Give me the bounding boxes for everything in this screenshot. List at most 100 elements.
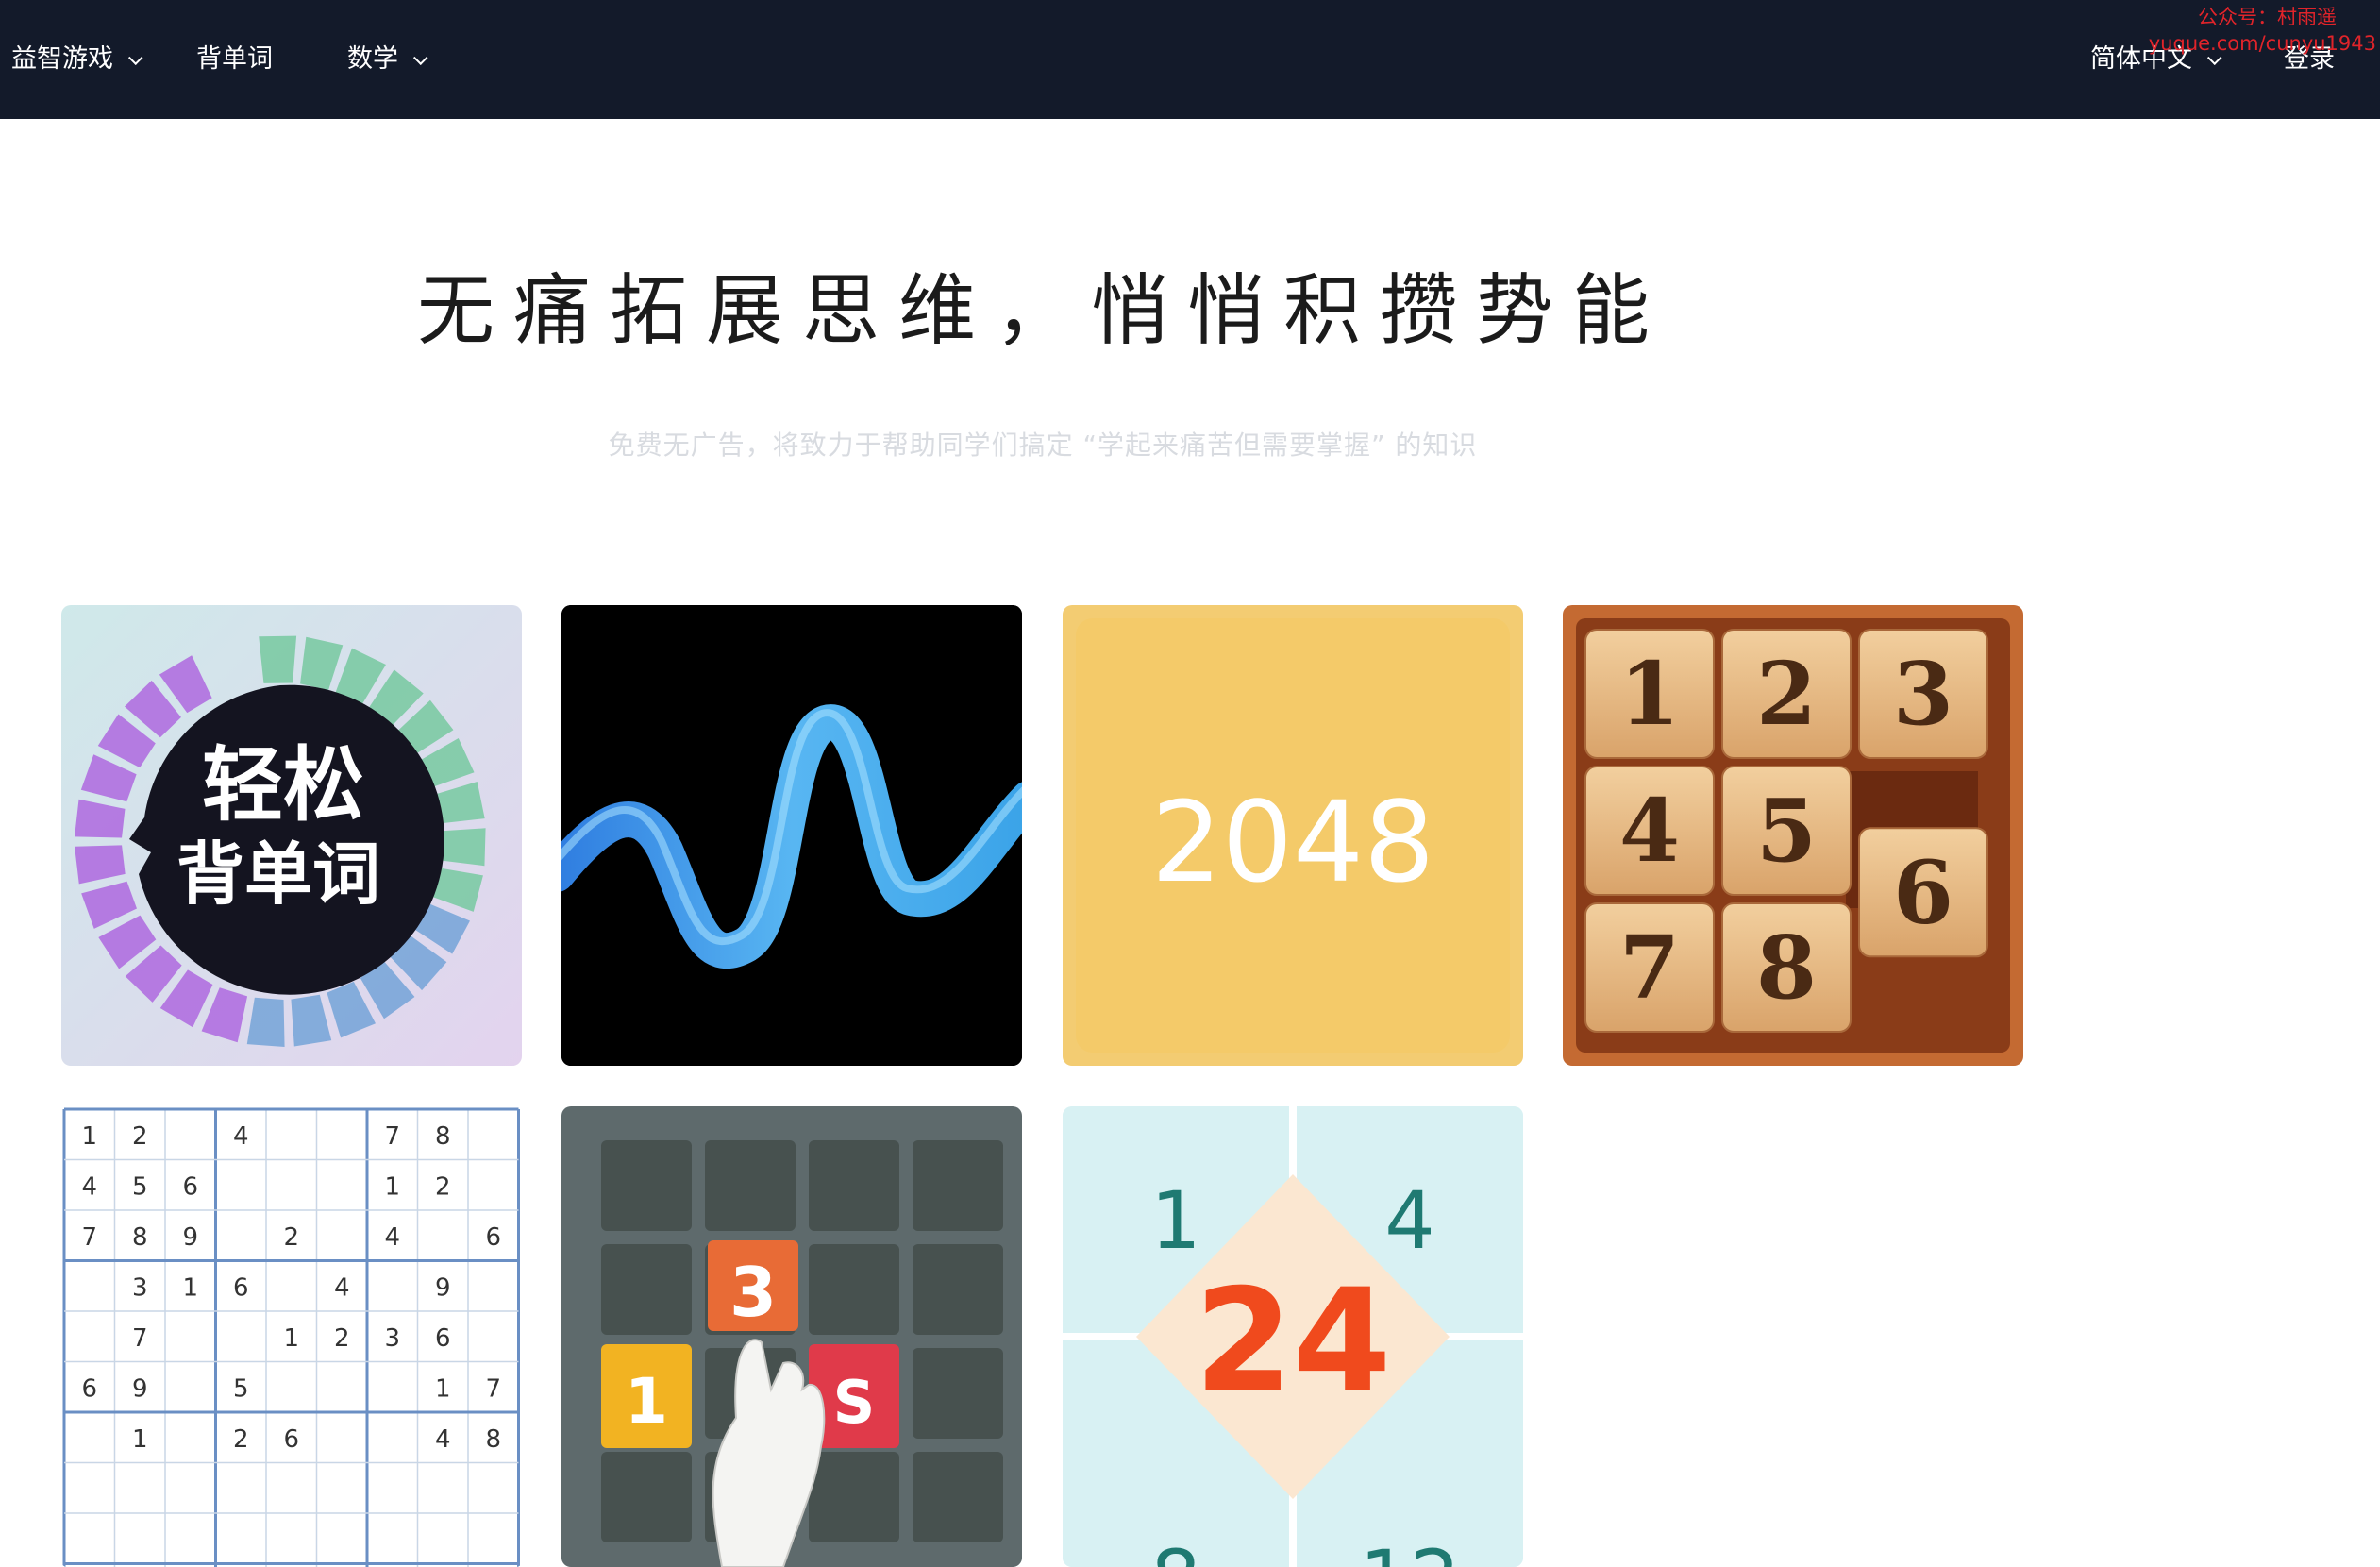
sudoku-cell: 9 bbox=[132, 1374, 148, 1403]
merge-empty-cell bbox=[809, 1140, 899, 1231]
chevron-down-icon bbox=[127, 50, 143, 66]
game-card-wave[interactable] bbox=[561, 605, 1022, 1066]
sudoku-cell: 8 bbox=[132, 1223, 148, 1252]
ring-segment bbox=[259, 635, 297, 683]
nav-vocabulary-label: 背单词 bbox=[196, 44, 273, 74]
vocabulary-title-line1: 轻松 bbox=[202, 738, 364, 833]
sudoku-cell: 7 bbox=[132, 1324, 148, 1353]
sudoku-cell: 7 bbox=[81, 1223, 97, 1252]
game-24-app-icon: 1 4 24 8 12 bbox=[1063, 1106, 1523, 1567]
sudoku-cell: 4 bbox=[233, 1122, 249, 1151]
merge-tile-top: 3 bbox=[729, 1253, 777, 1332]
puzzle-tile-number: 1 bbox=[1619, 643, 1680, 745]
sudoku-cell: 1 bbox=[182, 1273, 198, 1302]
merge-tile-left: 1 bbox=[625, 1365, 668, 1438]
vocabulary-app-icon: 轻松 背单词 bbox=[61, 605, 522, 1066]
watermark-account: 公众号：村雨遥 bbox=[2198, 6, 2337, 28]
merge-game-app-icon: 3 1 S bbox=[561, 1106, 1022, 1567]
game24-number-top-left: 1 bbox=[1150, 1174, 1200, 1267]
merge-empty-cell bbox=[809, 1452, 899, 1542]
sudoku-cell: 4 bbox=[384, 1223, 400, 1252]
merge-empty-cell bbox=[601, 1452, 692, 1542]
sudoku-cell: 1 bbox=[435, 1374, 451, 1403]
game-card-merge[interactable]: 3 1 S bbox=[561, 1106, 1022, 1567]
puzzle-tile-number: 7 bbox=[1619, 917, 1680, 1019]
sudoku-cell: 7 bbox=[384, 1122, 400, 1151]
puzzle-tile: 7 bbox=[1584, 902, 1715, 1033]
sudoku-cell: 4 bbox=[435, 1425, 451, 1454]
sudoku-cell: 2 bbox=[132, 1122, 148, 1151]
sudoku-cell: 6 bbox=[283, 1425, 299, 1454]
page-headline: 无痛拓展思维，悄悄积攒势能 bbox=[416, 266, 1668, 356]
puzzle-tile: 2 bbox=[1721, 629, 1852, 759]
puzzle-tile-number: 5 bbox=[1756, 780, 1817, 882]
puzzle-tile: 1 bbox=[1584, 629, 1715, 759]
puzzle-tile-number: 3 bbox=[1893, 643, 1953, 745]
sudoku-cell: 5 bbox=[132, 1172, 148, 1201]
sudoku-cell: 8 bbox=[435, 1122, 451, 1151]
sudoku-cell: 3 bbox=[132, 1273, 148, 1302]
puzzle-tile: 4 bbox=[1584, 766, 1715, 896]
sudoku-cell: 6 bbox=[233, 1273, 249, 1302]
sudoku-cell: 2 bbox=[283, 1223, 299, 1252]
sudoku-cell: 2 bbox=[435, 1172, 451, 1201]
merge-empty-cell bbox=[913, 1452, 1003, 1542]
sudoku-app-icon: 1 2 4 7 8 4 5 6 1 2 7 8 9 2 4 6 3 1 6 4 9 7 1 2 3 6 6 9 5 1 7 1 2 6 4 8 bbox=[61, 1106, 522, 1567]
top-navigation-bar: 益智游戏 背单词 数学 简体中文 登录 公众号：村雨遥 yuque.com/cu… bbox=[0, 0, 2380, 119]
puzzle-tile-number: 6 bbox=[1893, 841, 1953, 943]
sudoku-cell: 4 bbox=[81, 1172, 97, 1201]
game-card-vocabulary[interactable]: 轻松 背单词 bbox=[61, 605, 522, 1066]
sudoku-cell: 2 bbox=[334, 1324, 350, 1353]
merge-empty-cell bbox=[705, 1140, 796, 1231]
game-card-sliding-puzzle[interactable]: 123 456 78 bbox=[1563, 605, 2023, 1066]
chevron-down-icon bbox=[412, 50, 428, 66]
ring-segment bbox=[437, 828, 486, 867]
puzzle-tile: 5 bbox=[1721, 766, 1852, 896]
sliding-puzzle-app-icon: 1 2 3 4 56 7 8 bbox=[1563, 605, 2023, 1066]
game24-center-number: 24 bbox=[1195, 1259, 1392, 1424]
sudoku-cell: 1 bbox=[81, 1122, 97, 1151]
sudoku-cell: 6 bbox=[485, 1223, 501, 1252]
vocabulary-title-line2: 背单词 bbox=[176, 834, 380, 914]
merge-empty-cell bbox=[601, 1244, 692, 1335]
watermark-url: yuque.com/cunyu1943 bbox=[2148, 32, 2376, 55]
game24-number-top-right: 4 bbox=[1384, 1174, 1434, 1267]
merge-empty-cell bbox=[913, 1348, 1003, 1439]
merge-empty-cell bbox=[809, 1244, 899, 1335]
sudoku-cell: 3 bbox=[384, 1324, 400, 1353]
sudoku-cell: 9 bbox=[182, 1223, 198, 1252]
puzzle-tile-number: 4 bbox=[1619, 780, 1680, 882]
game24-number-bottom-left: 8 bbox=[1150, 1533, 1200, 1567]
sudoku-cell: 4 bbox=[334, 1273, 350, 1302]
sudoku-cell: 9 bbox=[435, 1273, 451, 1302]
2048-app-icon: 2048 bbox=[1063, 605, 1523, 1066]
merge-tile-right: S bbox=[833, 1368, 876, 1437]
game-card-2048[interactable]: 2048 bbox=[1063, 605, 1523, 1066]
2048-label: 2048 bbox=[1151, 777, 1434, 907]
game-card-sudoku[interactable]: 1 2 4 7 8 4 5 6 1 2 7 8 9 2 4 6 3 1 6 4 9 7 1 2 3 6 6 9 5 1 7 1 2 6 4 8 bbox=[61, 1106, 522, 1567]
puzzle-tile: 3 bbox=[1858, 629, 1988, 759]
nav-puzzle-games-label: 益智游戏 bbox=[11, 44, 113, 74]
nav-math[interactable]: 数学 bbox=[347, 38, 428, 81]
merge-empty-cell bbox=[913, 1244, 1003, 1335]
sudoku-cell: 7 bbox=[485, 1374, 501, 1403]
nav-math-label: 数学 bbox=[347, 44, 398, 74]
sudoku-cell: 6 bbox=[182, 1172, 198, 1201]
puzzle-tile: 8 bbox=[1721, 902, 1852, 1033]
sudoku-cell: 8 bbox=[485, 1425, 501, 1454]
nav-puzzle-games[interactable]: 益智游戏 bbox=[11, 38, 143, 81]
nav-vocabulary[interactable]: 背单词 bbox=[196, 38, 273, 81]
puzzle-tile-number: 2 bbox=[1756, 643, 1817, 745]
sudoku-cell: 1 bbox=[132, 1425, 148, 1454]
game-card-24[interactable]: 1 4 24 8 12 bbox=[1063, 1106, 1523, 1567]
sudoku-cell: 6 bbox=[81, 1374, 97, 1403]
merge-empty-cell bbox=[913, 1140, 1003, 1231]
sudoku-cell: 1 bbox=[384, 1172, 400, 1201]
sudoku-cell: 2 bbox=[233, 1425, 249, 1454]
merge-empty-cell bbox=[601, 1140, 692, 1231]
game24-number-bottom-right: 12 bbox=[1360, 1533, 1461, 1567]
sudoku-cell: 6 bbox=[435, 1324, 451, 1353]
sudoku-cell: 5 bbox=[233, 1374, 249, 1403]
puzzle-tile-number: 8 bbox=[1756, 917, 1817, 1019]
sudoku-cell: 1 bbox=[283, 1324, 299, 1353]
